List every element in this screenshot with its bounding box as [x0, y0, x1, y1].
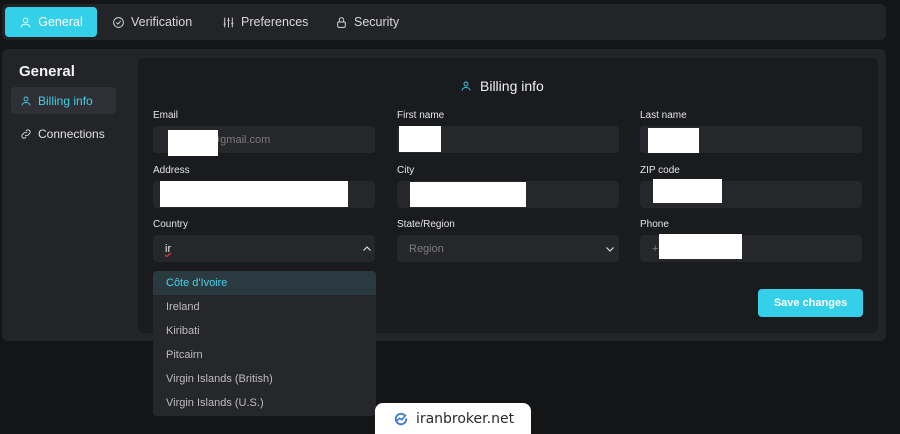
country-option[interactable]: Virgin Islands (British)	[153, 367, 376, 391]
country-input-value: ir	[165, 242, 172, 255]
redaction-box	[659, 234, 742, 259]
redaction-box	[410, 182, 526, 207]
country-option[interactable]: Pitcairn	[153, 343, 376, 367]
email-value: @gmail.com	[209, 133, 271, 146]
billing-title-text: Billing info	[480, 78, 544, 94]
user-icon	[461, 81, 471, 91]
sliders-icon	[223, 17, 234, 27]
tab-label: General	[38, 15, 83, 29]
country-label: Country	[153, 219, 189, 230]
last-name-label: Last name	[640, 110, 687, 121]
country-dropdown: Côte d'Ivoire Ireland Kiribati Pitcairn …	[153, 271, 376, 416]
sidebar-title: General	[19, 63, 75, 80]
state-region-placeholder: Region	[409, 242, 444, 255]
user-icon	[20, 17, 31, 27]
logo-icon	[394, 412, 408, 425]
email-label: Email	[153, 110, 179, 121]
watermark-text: iranbroker.net	[415, 410, 515, 427]
sidebar-item-label: Billing info	[38, 93, 93, 108]
tab-label: Verification	[131, 15, 193, 29]
tab-verification[interactable]: Verification	[112, 7, 192, 37]
billing-title: Billing info	[460, 78, 544, 94]
top-tab-bar: General Verification Preferences Securit…	[2, 4, 886, 40]
chevron-up-icon[interactable]	[361, 243, 373, 255]
redaction-box	[399, 126, 441, 152]
tab-label: Security	[354, 15, 400, 29]
sidebar-item-connections[interactable]: Connections	[11, 120, 114, 147]
redaction-box	[168, 130, 218, 156]
zip-code-label: ZIP code	[640, 165, 680, 176]
first-name-label: First name	[397, 110, 445, 121]
tab-general[interactable]: General	[5, 7, 97, 37]
chevron-down-icon[interactable]	[604, 243, 616, 255]
phone-value: +	[652, 242, 659, 255]
redaction-box	[160, 181, 348, 207]
tab-preferences[interactable]: Preferences	[222, 7, 308, 37]
country-input[interactable]: ir	[153, 235, 375, 262]
save-changes-button[interactable]: Save changes	[758, 289, 863, 317]
city-label: City	[397, 165, 415, 176]
country-option[interactable]: Kiribati	[153, 319, 376, 343]
watermark: iranbroker.net	[375, 403, 531, 434]
link-icon	[21, 129, 31, 138]
redaction-box	[653, 179, 722, 203]
state-region-select[interactable]: Region	[397, 235, 619, 262]
country-option[interactable]: Virgin Islands (U.S.)	[153, 391, 376, 415]
country-option[interactable]: Ireland	[153, 295, 376, 319]
state-region-label: State/Region	[397, 219, 455, 230]
tab-security[interactable]: Security	[335, 7, 399, 37]
check-circle-icon	[113, 16, 124, 28]
lock-icon	[337, 16, 346, 28]
country-option[interactable]: Côte d'Ivoire	[153, 271, 376, 295]
address-label: Address	[153, 165, 190, 176]
user-icon	[21, 96, 31, 106]
tab-label: Preferences	[241, 15, 309, 29]
phone-label: Phone	[640, 219, 669, 230]
sidebar-item-label: Connections	[38, 126, 105, 141]
sidebar-item-billing-info[interactable]: Billing info	[11, 87, 116, 114]
redaction-box	[648, 128, 699, 153]
